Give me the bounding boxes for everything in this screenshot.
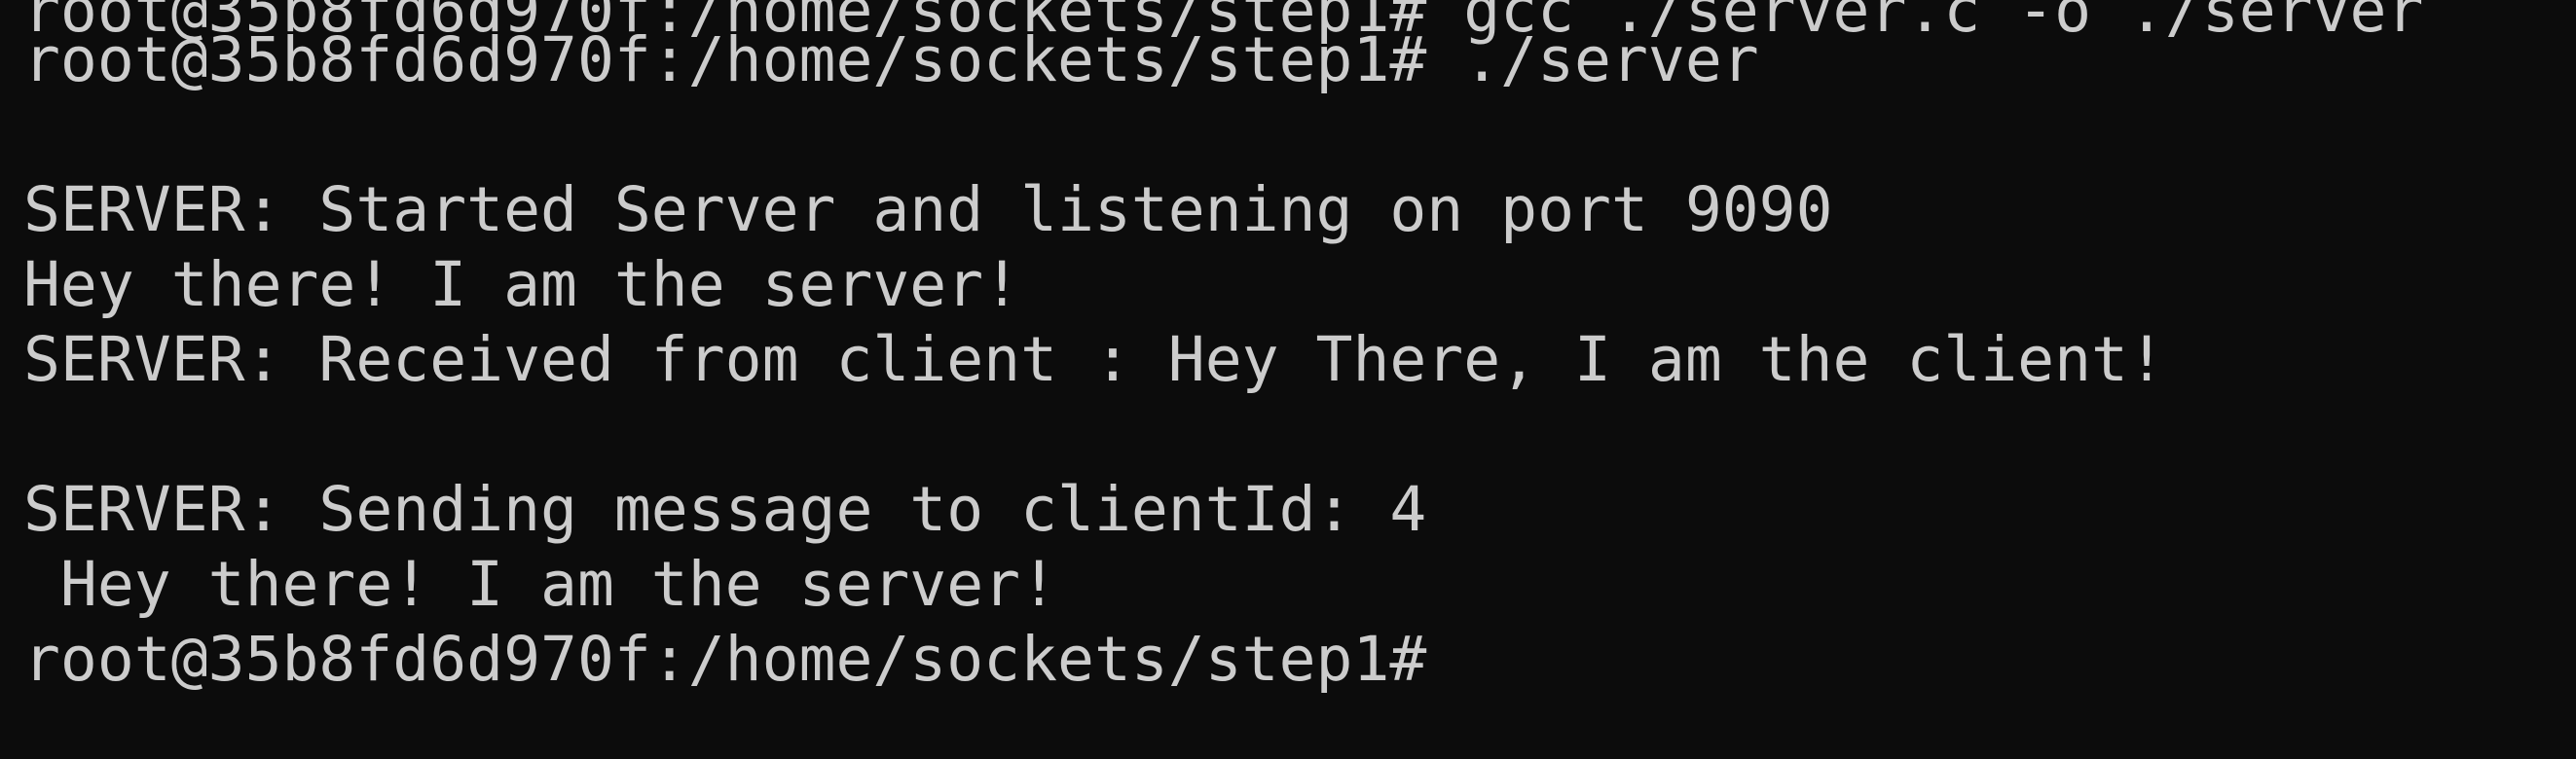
terminal-line-server-started: SERVER: Started Server and listening on … <box>23 174 1833 245</box>
terminal-line-sending-message: SERVER: Sending message to clientId: 4 <box>23 474 1427 545</box>
terminal-window[interactable]: root@35b8fd6d970f:/home/sockets/step1# g… <box>0 0 2576 759</box>
terminal-line-sent-message: Hey there! I am the server! <box>23 549 1058 620</box>
terminal-line-server-greeting: Hey there! I am the server! <box>23 249 1021 320</box>
terminal-line-received-from-client: SERVER: Received from client : Hey There… <box>23 324 2165 395</box>
terminal-line-run-command: root@35b8fd6d970f:/home/sockets/step1# .… <box>23 24 1759 95</box>
terminal-prompt[interactable]: root@35b8fd6d970f:/home/sockets/step1# <box>23 625 1463 695</box>
